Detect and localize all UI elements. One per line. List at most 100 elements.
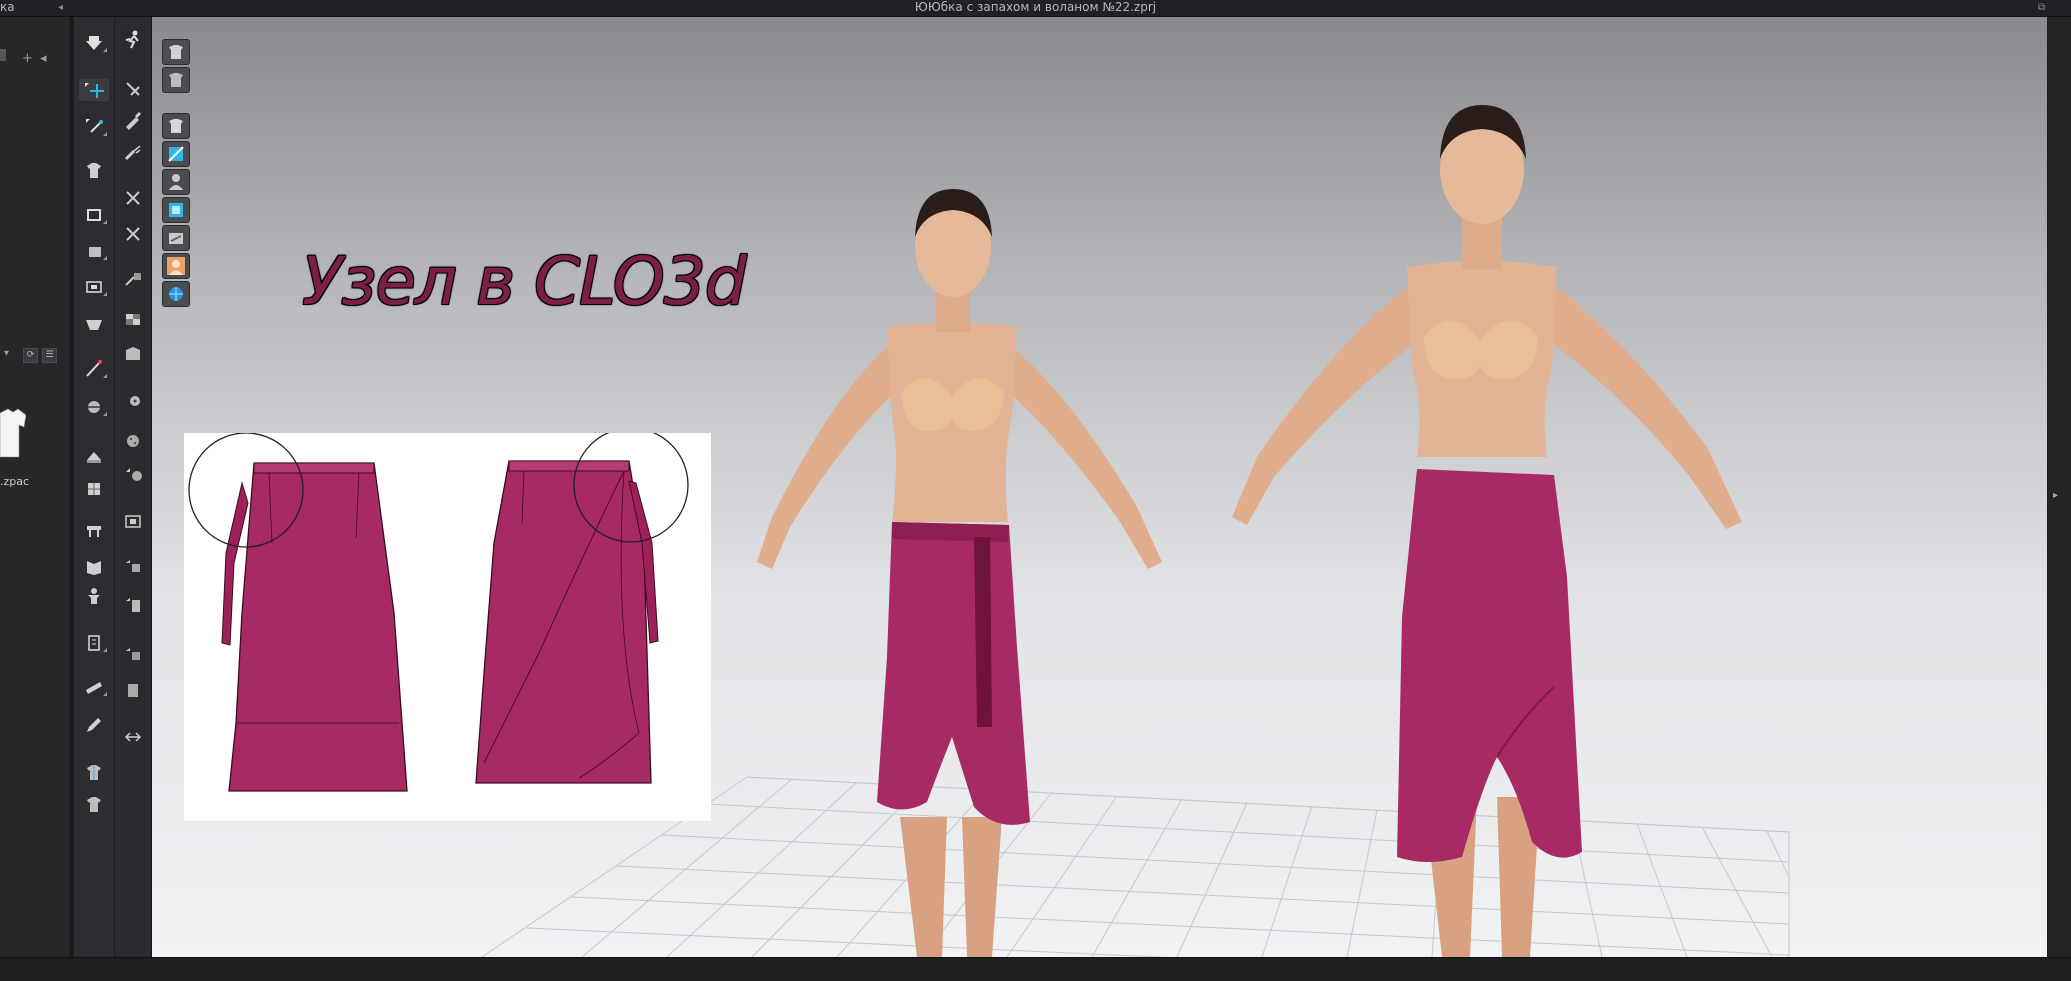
polygon-icon	[87, 209, 101, 221]
trim-shirt-alt-tool[interactable]	[79, 793, 109, 815]
buttonhole-tool[interactable]	[118, 429, 148, 451]
library-back-icon[interactable]: ◂	[40, 51, 47, 66]
pattern-grid-tool[interactable]	[118, 307, 148, 329]
brush-icon	[126, 111, 142, 130]
avatar-skin-button[interactable]	[162, 253, 190, 279]
transform-pattern-tool[interactable]	[79, 79, 109, 101]
view-mode-button[interactable]	[162, 39, 190, 65]
fold-icon	[87, 452, 101, 463]
dart-tool[interactable]	[79, 313, 109, 335]
scissors-icon	[126, 191, 140, 205]
library-panel: + ◂ ▾ ⟳ ☰ .zpac	[0, 17, 71, 957]
edit-pattern-tool[interactable]	[79, 115, 109, 137]
rectangle-icon	[89, 247, 101, 257]
fold-arrangement-tool[interactable]	[79, 445, 109, 467]
show-garment-icon	[169, 119, 183, 133]
rectangle-tool[interactable]	[79, 239, 109, 261]
render-icon	[169, 203, 183, 217]
show-avatar-button[interactable]	[162, 169, 190, 195]
avatar-pose-tool[interactable]	[79, 585, 109, 607]
free-sewing-tool[interactable]	[79, 395, 109, 417]
arrow-down-icon	[86, 36, 102, 50]
cut-icon	[126, 227, 140, 241]
select-move-tool[interactable]	[79, 31, 109, 53]
sculpt-tool[interactable]	[118, 141, 148, 163]
book-tool[interactable]	[79, 555, 109, 577]
avatar-view-button[interactable]	[162, 67, 190, 93]
sewing-icon	[88, 401, 100, 413]
3d-viewport[interactable]: Узел в CLO3d	[152, 17, 2047, 957]
fit-icon	[88, 635, 100, 651]
library-back-stub[interactable]	[0, 49, 6, 61]
scissor-tool[interactable]	[118, 187, 148, 209]
ruler-icon	[86, 682, 102, 694]
internal-shape-icon	[86, 281, 102, 293]
avatar-measure-tool[interactable]	[79, 477, 109, 499]
avatar-right[interactable]	[1162, 97, 1822, 957]
ambient-view-button[interactable]	[162, 225, 190, 251]
button-tool[interactable]	[118, 389, 148, 411]
trim-tool[interactable]	[118, 509, 148, 531]
expand-right-panel-icon[interactable]: ▸	[2053, 490, 2058, 501]
internal-polygon-tool[interactable]	[79, 275, 109, 297]
add-folder-icon[interactable]: +	[22, 51, 33, 66]
avatar-view-icon	[169, 73, 183, 87]
tack-tool[interactable]	[79, 519, 109, 541]
shirt-icon	[87, 163, 101, 178]
avatar-left[interactable]	[712, 177, 1212, 957]
pencil-tool[interactable]	[79, 713, 109, 735]
globe-icon	[169, 287, 183, 301]
fitting-tool[interactable]	[79, 631, 109, 653]
pencil-icon	[87, 718, 101, 732]
skirt-sketch-back	[221, 462, 408, 792]
piping-icon	[128, 684, 138, 697]
segment-sewing-tool[interactable]	[79, 357, 109, 379]
crosshair-icon	[85, 83, 104, 98]
seam-tape-tool[interactable]	[118, 593, 148, 615]
pin-tool[interactable]	[118, 77, 148, 99]
simulation-tool[interactable]	[118, 29, 148, 51]
checker-icon	[126, 314, 140, 325]
environment-globe-button[interactable]	[162, 281, 190, 307]
elastic-tool[interactable]	[118, 725, 148, 747]
zipper-icon	[126, 468, 142, 481]
window-restore-icon[interactable]: ⧉	[2038, 0, 2045, 15]
pin-icon	[126, 82, 140, 96]
refresh-icon[interactable]: ⟳	[23, 348, 38, 363]
polygon-tool[interactable]	[79, 203, 109, 225]
trim-shirt-tool[interactable]	[79, 761, 109, 783]
graphic-icon	[126, 347, 140, 360]
trim-icon	[125, 515, 141, 528]
graphic-tool[interactable]	[118, 343, 148, 365]
technical-sketch-panel	[184, 433, 711, 821]
garment-grid-icon	[88, 483, 100, 495]
show-garment-button[interactable]	[162, 113, 190, 139]
render-view-button[interactable]	[162, 197, 190, 223]
sculpt-icon	[124, 145, 141, 161]
topstitch-icon	[126, 560, 140, 572]
cut-sew-tool[interactable]	[118, 223, 148, 245]
dropdown-chevron-icon[interactable]: ▾	[4, 348, 9, 359]
topstitch-tool[interactable]	[118, 555, 148, 577]
brush-tool[interactable]	[118, 109, 148, 131]
window-title: ЮЮбка с запахом и воланом №22.zprj	[914, 0, 1157, 14]
tack-icon	[87, 526, 101, 537]
dart-icon	[86, 320, 102, 330]
ruler-tool[interactable]	[79, 675, 109, 697]
texture-edit-tool[interactable]	[118, 267, 148, 289]
title-bar: ка ◂ ЮЮбка с запахом и воланом №22.zprj …	[0, 0, 2071, 17]
right-panel-strip	[2048, 17, 2071, 957]
list-view-icon[interactable]: ☰	[42, 348, 57, 363]
show-texture-button[interactable]	[162, 141, 190, 167]
tool-column-secondary	[115, 17, 152, 957]
puckering-tool[interactable]	[118, 643, 148, 665]
zipper-tool[interactable]	[118, 463, 148, 485]
texture-icon	[168, 146, 184, 162]
skirt-sketch-front	[475, 460, 659, 784]
piping-tool[interactable]	[118, 679, 148, 701]
garment-thumbnail-icon[interactable]	[0, 395, 26, 473]
shirt-trim-icon	[87, 765, 101, 780]
arrangement-tool[interactable]	[79, 159, 109, 181]
thumbnail-label[interactable]: .zpac	[0, 475, 29, 488]
book-icon	[87, 561, 101, 575]
